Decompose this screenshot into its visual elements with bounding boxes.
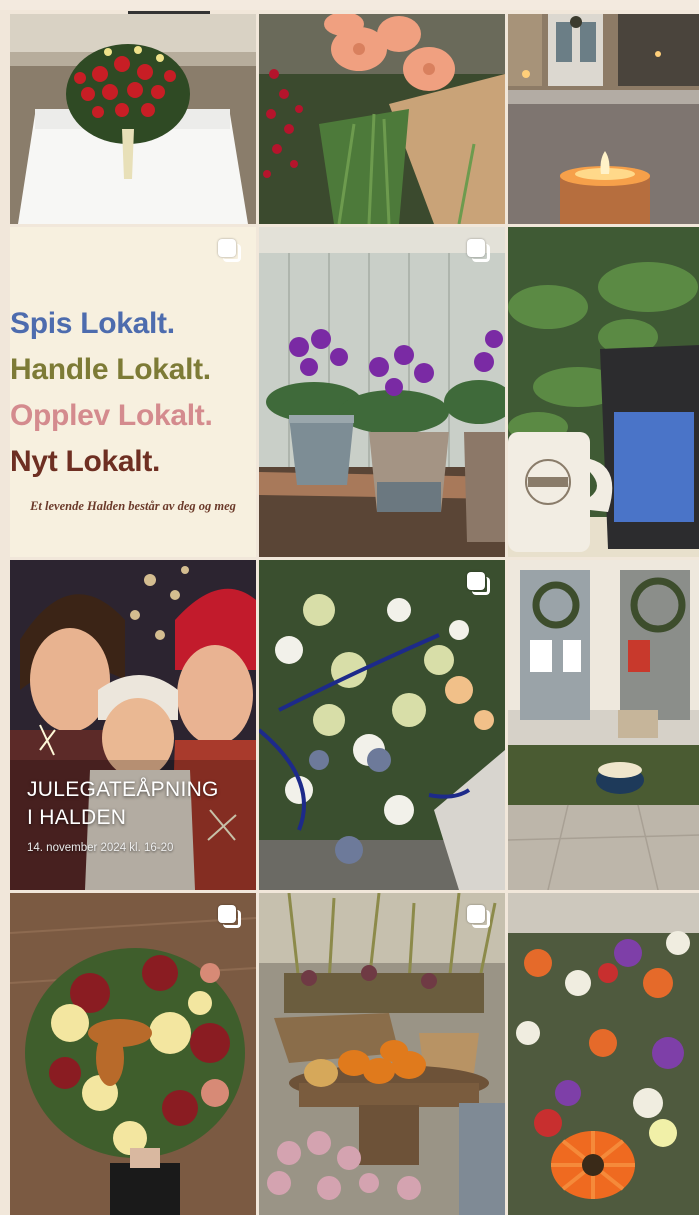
white-bouquet-image [259, 560, 505, 890]
carousel-icon [467, 239, 493, 265]
amaryllis-image [259, 14, 505, 224]
event-title-line-2: I HALDEN [27, 806, 127, 829]
post-tile-coffee-mug[interactable] [508, 227, 699, 557]
shop-entrance-image [508, 560, 699, 890]
casket-flowers-image [10, 14, 256, 224]
poster-line-2: Handle Lokalt. [10, 353, 211, 386]
carousel-icon [218, 905, 244, 931]
violets-image [259, 227, 505, 557]
poster-tagline: Et levende Halden består av deg og meg [30, 499, 236, 513]
carousel-icon [467, 572, 493, 598]
post-tile-casket-flowers[interactable] [10, 14, 256, 224]
post-tile-pumpkin-display[interactable] [259, 893, 505, 1215]
post-tile-african-violets[interactable] [259, 227, 505, 557]
event-title-line-1: JULEGATEÅPNING [27, 778, 219, 801]
poster-line-1: Spis Lokalt. [10, 307, 175, 340]
top-bar [0, 0, 699, 14]
post-grid: Spis Lokalt. Handle Lokalt. Opplev Lokal… [10, 14, 699, 1215]
post-tile-shop-entrance[interactable] [508, 560, 699, 890]
carousel-icon [467, 905, 493, 931]
post-tile-storefront-candle[interactable] [508, 14, 699, 224]
post-tile-amaryllis-bouquets[interactable] [259, 14, 505, 224]
carousel-icon [218, 239, 244, 265]
poster-line-3: Opplev Lokalt. [10, 399, 213, 432]
post-tile-white-bouquet[interactable] [259, 560, 505, 890]
family-sparklers-image [10, 560, 256, 890]
coffee-image [508, 227, 699, 557]
orchid-bouquet-image [10, 893, 256, 1215]
pumpkin-display-image [259, 893, 505, 1215]
post-tile-local-poster[interactable]: Spis Lokalt. Handle Lokalt. Opplev Lokal… [10, 227, 256, 557]
poster-line-4: Nyt Lokalt. [10, 445, 161, 478]
post-tile-julegateapning[interactable]: JULEGATEÅPNING I HALDEN 14. november 202… [10, 560, 256, 890]
post-tile-orchid-bouquet[interactable] [10, 893, 256, 1215]
post-tile-colorful-flowers[interactable] [508, 893, 699, 1215]
storefront-image [508, 14, 699, 224]
colorful-flowers-image [508, 893, 699, 1215]
event-date: 14. november 2024 kl. 16-20 [27, 842, 174, 854]
